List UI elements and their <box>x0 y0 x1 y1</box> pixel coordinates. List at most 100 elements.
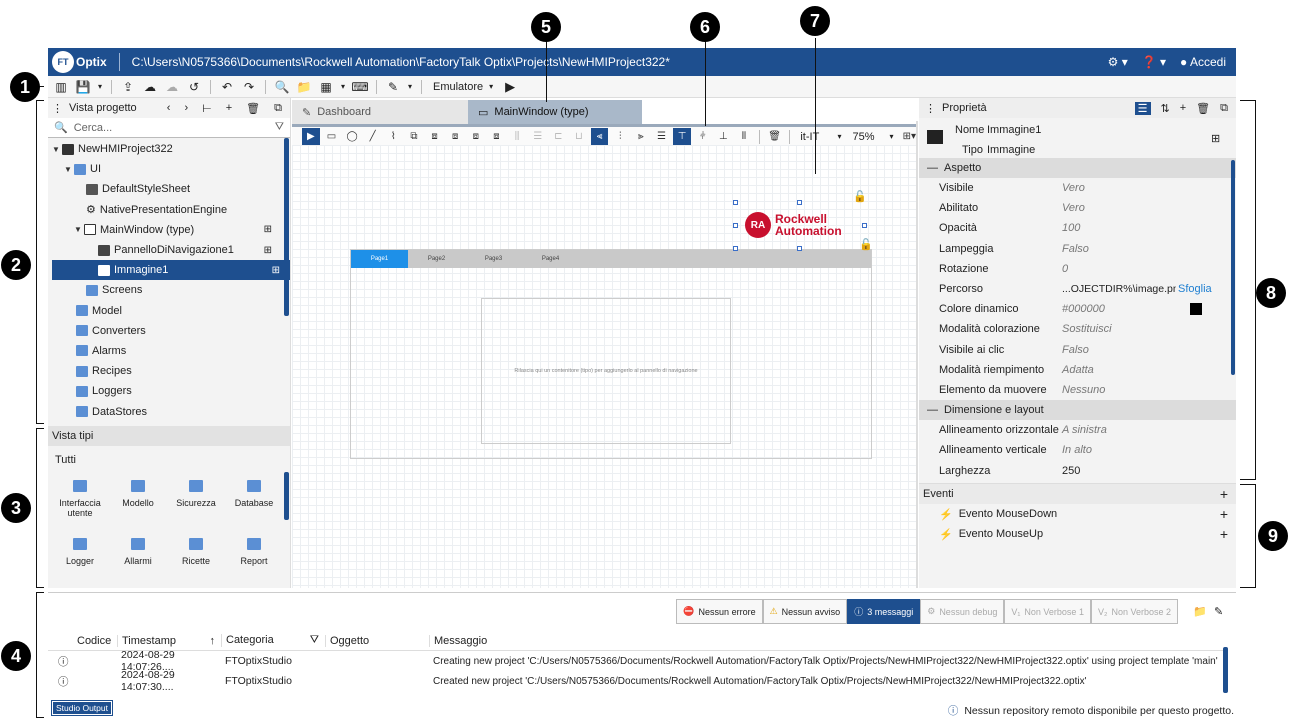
col-codice[interactable]: Codice <box>73 635 117 647</box>
align-left-edge-icon[interactable]: ⊏ <box>550 128 568 145</box>
tree-item-datastores[interactable]: DataStores <box>48 401 286 421</box>
delete-icon[interactable]: 🗑 <box>766 128 784 145</box>
delete-icon[interactable]: 🗑 <box>246 102 260 115</box>
types-scrollbar[interactable] <box>284 472 289 520</box>
tree-item-nativepresentationengine[interactable]: ⚙ NativePresentationEngine <box>48 200 286 220</box>
zoom-dropdown[interactable]: 75% ▾ <box>848 131 897 143</box>
nav-tab-page1[interactable]: Page1 <box>351 250 408 268</box>
nav-tab-page4[interactable]: Page4 <box>522 250 579 268</box>
prop-row-elemento-da-muovere[interactable]: Elemento da muovere Nessuno <box>919 380 1236 400</box>
deploy-icon[interactable]: ✎ <box>384 78 402 96</box>
tree-item-screens[interactable]: Screens <box>48 280 286 300</box>
line-tool-icon[interactable]: ╱ <box>364 128 382 145</box>
filter-warnings-button[interactable]: ⚠ Nessun avviso <box>762 599 848 624</box>
chevron-left-icon[interactable]: ‹ <box>167 102 171 115</box>
align-bottom-edge-icon[interactable]: ⊔ <box>570 128 588 145</box>
layout-icon[interactable]: ▥ <box>52 78 70 96</box>
locale-dropdown[interactable]: it-IT ▾ <box>796 131 845 143</box>
add-icon[interactable]: + <box>226 102 232 115</box>
send-back-icon[interactable]: ⧈ <box>446 128 464 145</box>
rectangle-tool-icon[interactable]: ▭ <box>323 128 341 145</box>
prop-row-percorso[interactable]: Percorso ...OJECTDIR%\image.png Sfoglia <box>919 279 1236 299</box>
prop-row-visibile[interactable]: Visibile Vero <box>919 178 1236 198</box>
tree-item-immagine1[interactable]: Immagine1 ⊞ <box>52 260 290 281</box>
log-scrollbar[interactable] <box>1223 647 1228 693</box>
backward-icon[interactable]: ⧈ <box>488 128 506 145</box>
align-middle-icon[interactable]: ⫩ <box>694 128 712 145</box>
prop-row-opacita[interactable]: Opacità 100 <box>919 218 1236 238</box>
nav-tab-page3[interactable]: Page3 <box>465 250 522 268</box>
prop-value[interactable]: #000000 <box>1062 303 1190 315</box>
chevron-right-icon[interactable]: › <box>184 102 188 115</box>
filter-icon[interactable]: ⛛ <box>275 121 284 134</box>
tree-item-newhmiproject322[interactable]: ▼ NewHMIProject322 <box>48 139 286 159</box>
open-folder-icon[interactable]: 📁 <box>1193 605 1207 618</box>
col-oggetto[interactable]: Oggetto <box>325 634 429 647</box>
prop-value[interactable]: Falso <box>1062 243 1089 255</box>
folder-icon[interactable]: 📁 <box>295 78 313 96</box>
prop-value[interactable]: 250 <box>1062 465 1080 477</box>
resize-handle[interactable] <box>733 246 738 251</box>
type-item-allarmi[interactable]: Allarmi <box>110 532 166 590</box>
drop-zone[interactable]: Rilascia qui un contenitore (tipo) per a… <box>481 298 731 444</box>
polyline-tool-icon[interactable]: ⌇ <box>385 128 403 145</box>
drag-handle-icon[interactable]: ⋮ <box>925 102 936 115</box>
expand-arrow-icon[interactable]: ▼ <box>74 225 84 234</box>
group-icon[interactable]: ⧉ <box>405 128 423 145</box>
clear-icon[interactable]: ✎ <box>1214 605 1223 618</box>
event-row-mouseup[interactable]: ⚡ Evento MouseUp + <box>919 524 1236 544</box>
prop-value[interactable]: Vero <box>1062 182 1085 194</box>
prop-row-modalita-colorazione[interactable]: Modalità colorazione Sostituisci <box>919 319 1236 339</box>
delete-icon[interactable]: 🗑 <box>1196 102 1210 115</box>
search-input[interactable]: Cerca... <box>74 122 269 134</box>
align-right-icon[interactable]: ⫸ <box>632 128 650 145</box>
event-row-mousedown[interactable]: ⚡ Evento MouseDown + <box>919 504 1236 524</box>
prop-row-modalita-riempimento[interactable]: Modalità riempimento Adatta <box>919 360 1236 380</box>
prop-row-lampeggia[interactable]: Lampeggia Falso <box>919 239 1236 259</box>
filter-messages-button[interactable]: ⓘ 3 messaggi <box>847 599 921 624</box>
studio-output-tab[interactable]: Studio Output <box>51 700 113 716</box>
resize-handle[interactable] <box>733 223 738 228</box>
lock-icon[interactable]: 🔓 <box>859 238 873 251</box>
play-icon[interactable]: ▶ <box>501 78 519 96</box>
tree-item-ui[interactable]: ▼ UI <box>48 159 286 179</box>
prop-value[interactable]: Adatta <box>1062 364 1094 376</box>
resize-handle[interactable] <box>862 223 867 228</box>
help-icon[interactable]: ❓ ▾ <box>1142 55 1166 69</box>
section-aspetto[interactable]: — Aspetto <box>919 158 1236 178</box>
align-top-icon[interactable]: ⊤ <box>673 128 691 145</box>
search-icon[interactable]: 🔍 <box>273 78 291 96</box>
type-item-modello[interactable]: Modello <box>110 474 166 532</box>
filter-verbose2-button[interactable]: V₂ Non Verbose 2 <box>1090 599 1178 624</box>
chevron-down-icon[interactable]: ▾ <box>96 78 104 96</box>
filter-icon[interactable]: ☰ <box>1134 101 1151 115</box>
select-tool-icon[interactable]: ▶ <box>302 128 320 145</box>
edit-type-icon[interactable]: ⊞ <box>264 245 272 256</box>
prop-row-visibile-ai-clic[interactable]: Visibile ai clic Falso <box>919 340 1236 360</box>
log-row[interactable]: ⓘ 2024-08-29 14:07:30.... FTOptixStudio … <box>48 669 1226 693</box>
filter-debug-button[interactable]: ⚙ Nessun debug <box>920 599 1005 624</box>
distribute-h-icon[interactable]: ⫼ <box>508 128 526 145</box>
drag-handle-icon[interactable]: ⋮ <box>52 102 63 115</box>
edit-type-icon[interactable]: ⊞ <box>272 265 280 276</box>
prop-row-colore-dinamico[interactable]: Colore dinamico #000000 <box>919 299 1236 319</box>
tree-item-loggers[interactable]: Loggers <box>48 381 286 401</box>
col-messaggio[interactable]: Messaggio <box>429 634 1226 647</box>
prop-row-larghezza[interactable]: Larghezza 250 <box>919 460 1236 480</box>
type-item-sicurezza[interactable]: Sicurezza <box>168 474 224 532</box>
prop-value[interactable]: ...OJECTDIR%\image.png <box>1062 283 1176 295</box>
prop-value[interactable]: Sostituisci <box>1062 323 1112 335</box>
filter-errors-button[interactable]: ⛔ Nessun errore <box>676 599 763 624</box>
image-selection[interactable]: RA Rockwell Automation 🔓 🔓 <box>733 191 873 251</box>
prop-value[interactable]: 0 <box>1062 263 1068 275</box>
prop-value[interactable]: Vero <box>1062 202 1085 214</box>
tree-item-pannellodinavigazione1[interactable]: PannelloDiNavigazione1 ⊞ <box>48 240 286 260</box>
properties-scrollbar[interactable] <box>1231 160 1235 375</box>
filter-verbose1-button[interactable]: V₁ Non Verbose 1 <box>1004 599 1091 624</box>
prop-value[interactable]: In alto <box>1062 444 1092 456</box>
resize-handle[interactable] <box>797 200 802 205</box>
col-timestamp[interactable]: Timestamp ↑ <box>117 634 221 647</box>
bring-front-icon[interactable]: ⧈ <box>426 128 444 145</box>
tree-scrollbar[interactable] <box>284 138 289 316</box>
keyboard-icon[interactable]: ⌨ <box>351 78 369 96</box>
